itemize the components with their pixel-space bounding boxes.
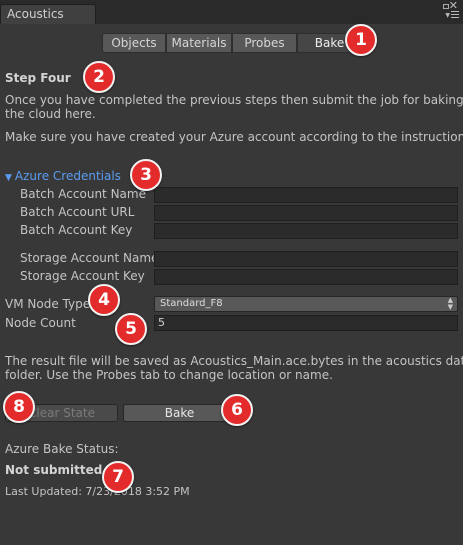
- vm-node-type-dropdown[interactable]: Standard_F8 ▲ ▼: [154, 296, 458, 312]
- storage-account-name-field[interactable]: [154, 251, 458, 267]
- vm-node-type-label: VM Node Type: [5, 297, 91, 311]
- dropdown-arrows-icon: ▲ ▼: [447, 296, 453, 311]
- annotation-marker-1: 1: [345, 24, 377, 56]
- batch-account-key-field[interactable]: [154, 223, 458, 239]
- node-count-field[interactable]: 5: [154, 315, 458, 331]
- foldout-arrow-icon: ▼: [5, 173, 12, 183]
- last-updated-text: Last Updated: 7/23/2018 3:52 PM: [5, 485, 190, 498]
- foldout-label: Azure Credentials: [14, 169, 121, 183]
- tab-materials[interactable]: Materials: [166, 33, 232, 53]
- tab-objects[interactable]: Objects: [102, 33, 166, 53]
- storage-account-name-label: Storage Account Name: [20, 251, 159, 265]
- annotation-marker-8: 8: [3, 391, 35, 423]
- batch-account-key-label: Batch Account Key: [20, 223, 133, 237]
- annotation-marker-2: 2: [83, 61, 115, 93]
- storage-account-key-label: Storage Account Key: [20, 269, 145, 283]
- batch-account-url-label: Batch Account URL: [20, 205, 135, 219]
- azure-account-note: Make sure you have created your Azure ac…: [5, 130, 463, 144]
- annotation-marker-6: 6: [221, 394, 253, 426]
- batch-account-name-field[interactable]: [154, 187, 458, 203]
- window-tab-acoustics[interactable]: Acoustics: [0, 4, 96, 24]
- annotation-marker-7: 7: [102, 461, 134, 493]
- bake-status-value: Not submitted: [5, 463, 103, 477]
- acoustics-tab-bar: Objects Materials Probes Bake: [102, 33, 362, 53]
- menu-caret-icon: ▼: [445, 12, 450, 19]
- window-tab-strip: Acoustics ✕ ▼: [0, 0, 463, 24]
- step-title: Step Four: [5, 71, 71, 85]
- bake-button[interactable]: Bake: [123, 404, 236, 422]
- result-note-line1: The result file will be saved as Acousti…: [5, 354, 463, 368]
- azure-bake-status-heading: Azure Bake Status:: [5, 442, 119, 456]
- vm-node-type-value: Standard_F8: [160, 298, 223, 309]
- batch-account-url-field[interactable]: [154, 205, 458, 221]
- step-intro-line1: Once you have completed the previous ste…: [5, 93, 463, 107]
- window-controls: ✕ ▼: [441, 0, 459, 22]
- step-intro-line2: the cloud here.: [5, 107, 96, 121]
- menu-icon[interactable]: [451, 11, 459, 20]
- azure-credentials-foldout[interactable]: ▼ Azure Credentials: [5, 169, 121, 183]
- annotation-marker-5: 5: [115, 313, 147, 345]
- node-count-label: Node Count: [5, 316, 76, 330]
- annotation-marker-4: 4: [88, 284, 120, 316]
- tab-probes[interactable]: Probes: [232, 33, 297, 53]
- batch-account-name-label: Batch Account Name: [20, 187, 146, 201]
- result-note-line2: folder. Use the Probes tab to change loc…: [5, 368, 333, 382]
- annotation-marker-3: 3: [130, 159, 162, 191]
- storage-account-key-field[interactable]: [154, 269, 458, 285]
